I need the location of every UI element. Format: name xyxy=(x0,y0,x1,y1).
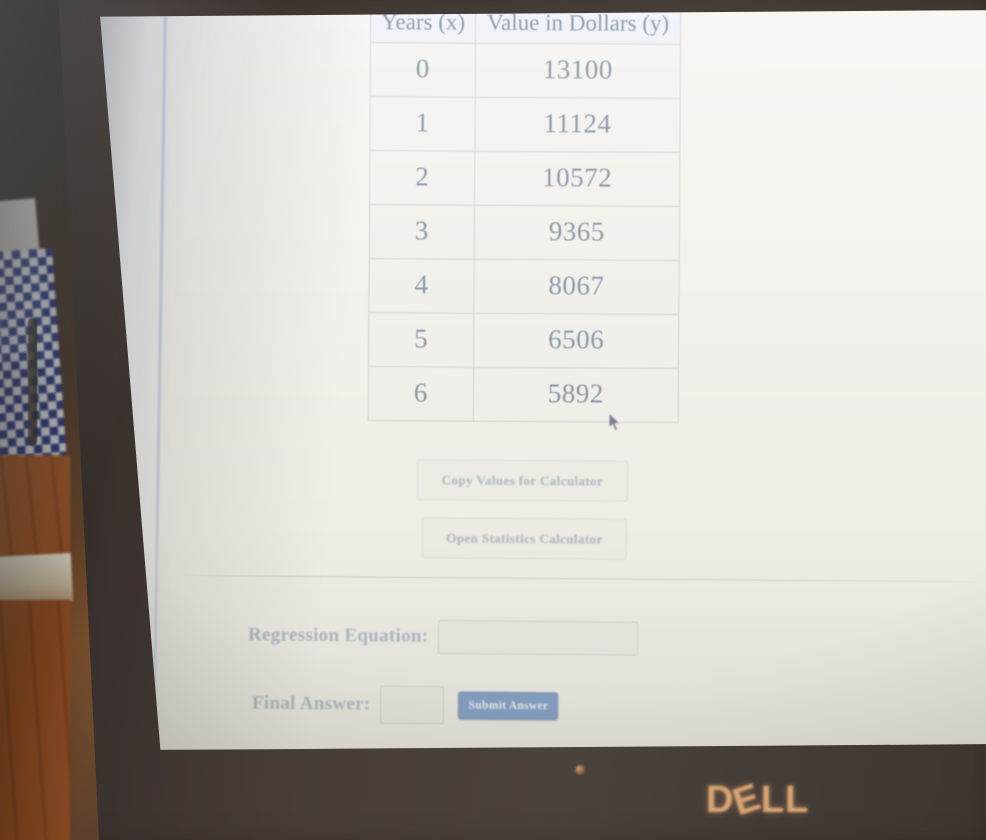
table-row: 0 13100 xyxy=(370,42,681,99)
table-row: 5 6506 xyxy=(368,312,679,369)
table-row: 4 8067 xyxy=(368,258,680,315)
background-ledge xyxy=(0,552,74,606)
open-statistics-calculator-button[interactable]: Open Statistics Calculator xyxy=(421,517,628,560)
copy-values-for-calculator-button[interactable]: Copy Values for Calculator xyxy=(416,459,629,502)
regression-equation-label: Regression Equation: xyxy=(247,624,429,647)
section-divider xyxy=(175,575,986,583)
final-answer-row: Final Answer: Submit Answer xyxy=(252,685,559,726)
regression-equation-input[interactable] xyxy=(438,619,639,656)
cell-value: 6506 xyxy=(473,313,679,369)
power-led-indicator xyxy=(575,765,585,775)
screenshot-root: Years (x) Value in Dollars (y) 0 13100 1… xyxy=(0,0,986,840)
final-answer-label: Final Answer: xyxy=(251,692,371,715)
column-header-years: Years (x) xyxy=(370,10,476,44)
laptop-side-port xyxy=(28,318,37,446)
table-row: 2 10572 xyxy=(369,150,680,207)
table-body: 0 13100 1 11124 2 10572 3 9365 4 8067 5 … xyxy=(368,42,681,423)
final-answer-input[interactable] xyxy=(380,685,445,725)
cell-value: 5892 xyxy=(473,367,679,423)
cell-years: 3 xyxy=(369,204,475,260)
cell-value: 10572 xyxy=(474,151,680,207)
cell-years: 1 xyxy=(369,96,476,152)
cell-value: 9365 xyxy=(474,205,680,261)
cell-value: 13100 xyxy=(475,43,681,99)
mouse-cursor-icon xyxy=(608,411,622,433)
data-table-container: Years (x) Value in Dollars (y) 0 13100 1… xyxy=(367,10,682,423)
regression-equation-row: Regression Equation: xyxy=(247,618,639,656)
table-row: 3 9365 xyxy=(369,204,680,261)
cell-years: 6 xyxy=(368,366,474,422)
table-header-row: Years (x) Value in Dollars (y) xyxy=(370,10,681,45)
column-header-value: Value in Dollars (y) xyxy=(475,10,681,45)
submit-answer-button[interactable]: Submit Answer xyxy=(458,691,559,721)
cell-value: 11124 xyxy=(474,97,681,153)
cell-years: 4 xyxy=(368,258,475,314)
regression-data-table: Years (x) Value in Dollars (y) 0 13100 1… xyxy=(367,10,682,423)
cell-years: 0 xyxy=(370,42,476,98)
browser-page: Years (x) Value in Dollars (y) 0 13100 1… xyxy=(100,10,986,750)
table-row: 6 5892 xyxy=(368,366,679,423)
cell-years: 2 xyxy=(369,150,475,206)
cell-years: 5 xyxy=(368,312,474,368)
dell-logo: D E LL xyxy=(706,776,810,824)
background-floor-lower xyxy=(0,600,70,840)
table-row: 1 11124 xyxy=(369,96,681,153)
laptop-screen: Years (x) Value in Dollars (y) 0 13100 1… xyxy=(100,10,986,750)
dell-logo-ll: LL xyxy=(760,779,810,821)
cell-value: 8067 xyxy=(473,259,680,315)
